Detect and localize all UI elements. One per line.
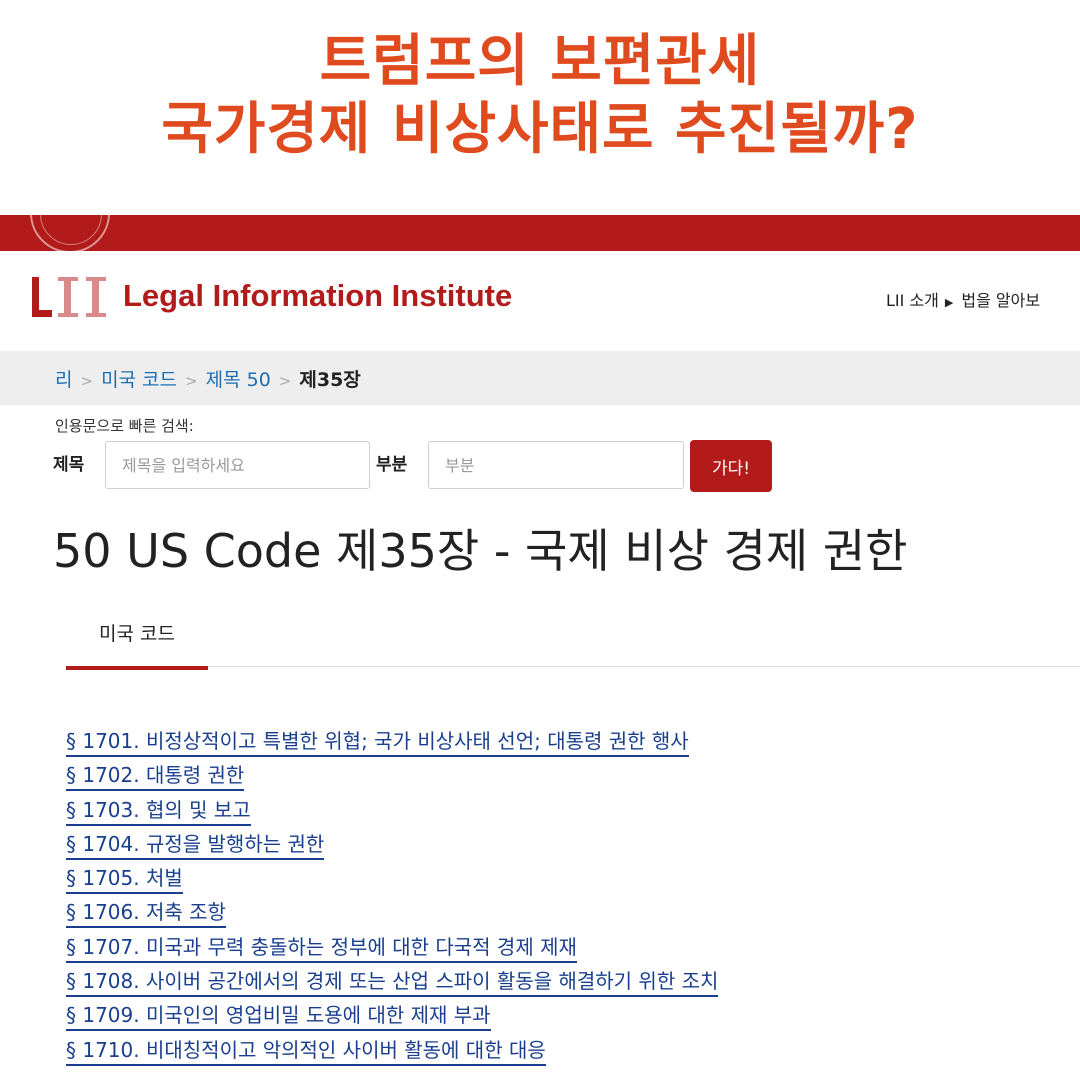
breadcrumb-home[interactable]: 리 [55,369,72,391]
list-item: § 1704. 규정을 발행하는 권한 [66,828,718,862]
list-item: § 1708. 사이버 공간에서의 경제 또는 산업 스파이 활동을 해결하기 … [66,965,719,999]
section-link-1703[interactable]: § 1703. 협의 및 보고 [66,797,251,826]
page-title: 50 US Code 제35장 - 국제 비상 경제 권한 [53,524,908,578]
quick-search-label: 인용문으로 빠른 검색: [55,417,194,435]
breadcrumb-bar: 리 > 미국 코드 > 제목 50 > 제35장 [0,351,1080,405]
breadcrumb-us-code[interactable]: 미국 코드 [101,369,177,391]
breadcrumb: 리 > 미국 코드 > 제목 50 > 제35장 [55,365,361,392]
lii-logo-icon[interactable] [30,273,112,321]
title-input[interactable] [105,441,370,489]
list-item: § 1707. 미국과 무력 충돌하는 정부에 대한 다국적 경제 제재 [66,931,718,965]
list-item: § 1705. 처벌 [66,862,718,896]
site-name[interactable]: Legal Information Institute [123,278,512,314]
list-item: § 1702. 대통령 권한 [66,759,718,793]
list-item: § 1703. 협의 및 보고 [66,794,718,828]
caret-right-icon: ▶ [944,296,954,309]
breadcrumb-separator: > [185,372,198,390]
section-link-1707[interactable]: § 1707. 미국과 무력 충돌하는 정부에 대한 다국적 경제 제재 [66,934,577,963]
nav-item-about[interactable]: LII 소개 [886,291,939,310]
breadcrumb-current: 제35장 [299,369,361,391]
section-link-1701[interactable]: § 1701. 비정상적이고 특별한 위협; 국가 비상사태 선언; 대통령 권… [66,729,689,757]
site-header: Legal Information Institute LII 소개 ▶ 법을 알아… [0,251,1080,351]
list-item: § 1706. 저축 조항 [66,896,718,930]
breadcrumb-separator: > [278,372,292,390]
tab-us-code[interactable]: 미국 코드 [66,620,208,670]
breadcrumb-title-50[interactable]: 제목 50 [206,369,271,391]
nav-item-get-the-law[interactable]: 법을 알아보 [961,291,1040,310]
section-link-1708[interactable]: § 1708. 사이버 공간에서의 경제 또는 산업 스파이 활동을 해결하기 … [66,969,719,998]
breadcrumb-separator: > [80,372,94,390]
tab-divider [66,666,1080,667]
university-seal-icon [30,215,110,251]
section-link-1704[interactable]: § 1704. 규정을 발행하는 권한 [66,831,325,860]
section-link-1710[interactable]: § 1710. 비대칭적이고 악의적인 사이버 활동에 대한 대응 [66,1037,546,1066]
list-item: § 1709. 미국인의 영업비밀 도용에 대한 제재 부과 [66,999,718,1033]
headline-line-2: 국가경제 비상사태로 추진될까? [161,97,919,162]
section-link-1709[interactable]: § 1709. 미국인의 영업비밀 도용에 대한 제재 부과 [66,1003,491,1032]
top-nav: LII 소개 ▶ 법을 알아보 [886,287,1040,311]
headline-line-1: 트럼프의 보편관세 [319,29,761,94]
section-input[interactable] [428,441,684,489]
section-link-1706[interactable]: § 1706. 저축 조항 [66,900,226,929]
section-field-label: 부분 [376,455,408,475]
section-link-1702[interactable]: § 1702. 대통령 권한 [66,763,245,792]
section-link-1705[interactable]: § 1705. 처벌 [66,866,183,895]
list-item: § 1701. 비정상적이고 특별한 위협; 국가 비상사태 선언; 대통령 권… [66,725,718,759]
section-list: § 1701. 비정상적이고 특별한 위협; 국가 비상사태 선언; 대통령 권… [66,725,719,1068]
list-item: § 1710. 비대칭적이고 악의적인 사이버 활동에 대한 대응 [66,1034,718,1068]
go-button[interactable]: 가다! [690,440,772,492]
headline: 트럼프의 보편관세 국가경제 비상사태로 추진될까? [0,28,1080,164]
university-bar [0,215,1080,251]
title-field-label: 제목 [53,455,85,475]
